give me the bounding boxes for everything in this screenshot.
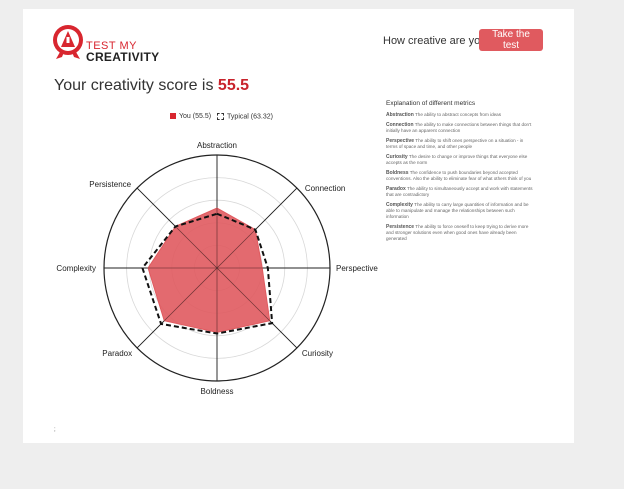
metric-item: Curiosity The desire to change or improv… bbox=[386, 154, 536, 166]
metric-item: Boldness The confidence to push boundari… bbox=[386, 170, 536, 182]
take-test-button[interactable]: Take the test bbox=[479, 29, 543, 51]
metric-item: Persistence The ability to force oneself… bbox=[386, 224, 536, 242]
legend-item-typical[interactable]: Typical (63.32) bbox=[217, 113, 273, 120]
metrics-title: Explanation of different metrics bbox=[386, 100, 476, 107]
metric-desc: The ability to simultaneously accept and… bbox=[386, 186, 533, 197]
axis-label-perspective: Perspective bbox=[336, 264, 378, 273]
metric-desc: The desire to change or improve things t… bbox=[386, 154, 528, 165]
metric-item: Paradox The ability to simultaneously ac… bbox=[386, 186, 536, 198]
metric-item: Perspective The ability to shift ones pe… bbox=[386, 138, 536, 150]
metric-item: Abstraction The ability to abstract conc… bbox=[386, 112, 536, 118]
legend-label-typical: Typical (63.32) bbox=[227, 113, 273, 121]
axis-label-abstraction: Abstraction bbox=[197, 141, 237, 150]
page-title: Your creativity score is 55.5 bbox=[54, 77, 249, 95]
score-value: 55.5 bbox=[217, 77, 250, 94]
logo-text-bottom: CREATIVITY bbox=[86, 50, 160, 64]
axis-label-complexity: Complexity bbox=[56, 264, 96, 273]
chart-legend: You (55.5) Typical (63.32) bbox=[170, 113, 273, 120]
logo[interactable]: TEST MY CREATIVITY bbox=[52, 24, 172, 68]
logo-wordmark: TEST MY CREATIVITY bbox=[86, 41, 160, 64]
metric-name: Abstraction bbox=[386, 112, 414, 118]
axis-label-connection: Connection bbox=[305, 184, 345, 193]
header-question: How creative are you? bbox=[383, 35, 493, 47]
logo-icon bbox=[53, 25, 83, 59]
radar-chart: Abstraction Connection Perspective Curiosit… bbox=[56, 141, 378, 396]
metric-desc: The ability to abstract concepts from id… bbox=[414, 112, 502, 117]
legend-label-you: You (55.5) bbox=[179, 113, 212, 121]
metric-item: Connection The ability to make connectio… bbox=[386, 122, 536, 134]
axis-label-persistence: Persistence bbox=[89, 180, 131, 189]
title-prefix: Your creativity score is bbox=[54, 77, 218, 94]
axis-label-curiosity: Curiosity bbox=[302, 349, 333, 358]
axis-label-paradox: Paradox bbox=[102, 349, 132, 358]
series-you-area bbox=[147, 207, 271, 333]
legend-swatch-typical bbox=[217, 113, 225, 120]
axis-label-boldness: Boldness bbox=[201, 387, 234, 396]
legend-item-you[interactable]: You (55.5) bbox=[170, 113, 211, 120]
content-card: TEST MY CREATIVITY How creative are you?… bbox=[23, 9, 574, 443]
legend-swatch-you bbox=[170, 113, 176, 120]
footer-mark: ; bbox=[54, 427, 56, 433]
metric-item: Complexity The ability to carry large qu… bbox=[386, 202, 536, 220]
metrics-panel: Explanation of different metrics Abstrac… bbox=[386, 100, 536, 246]
